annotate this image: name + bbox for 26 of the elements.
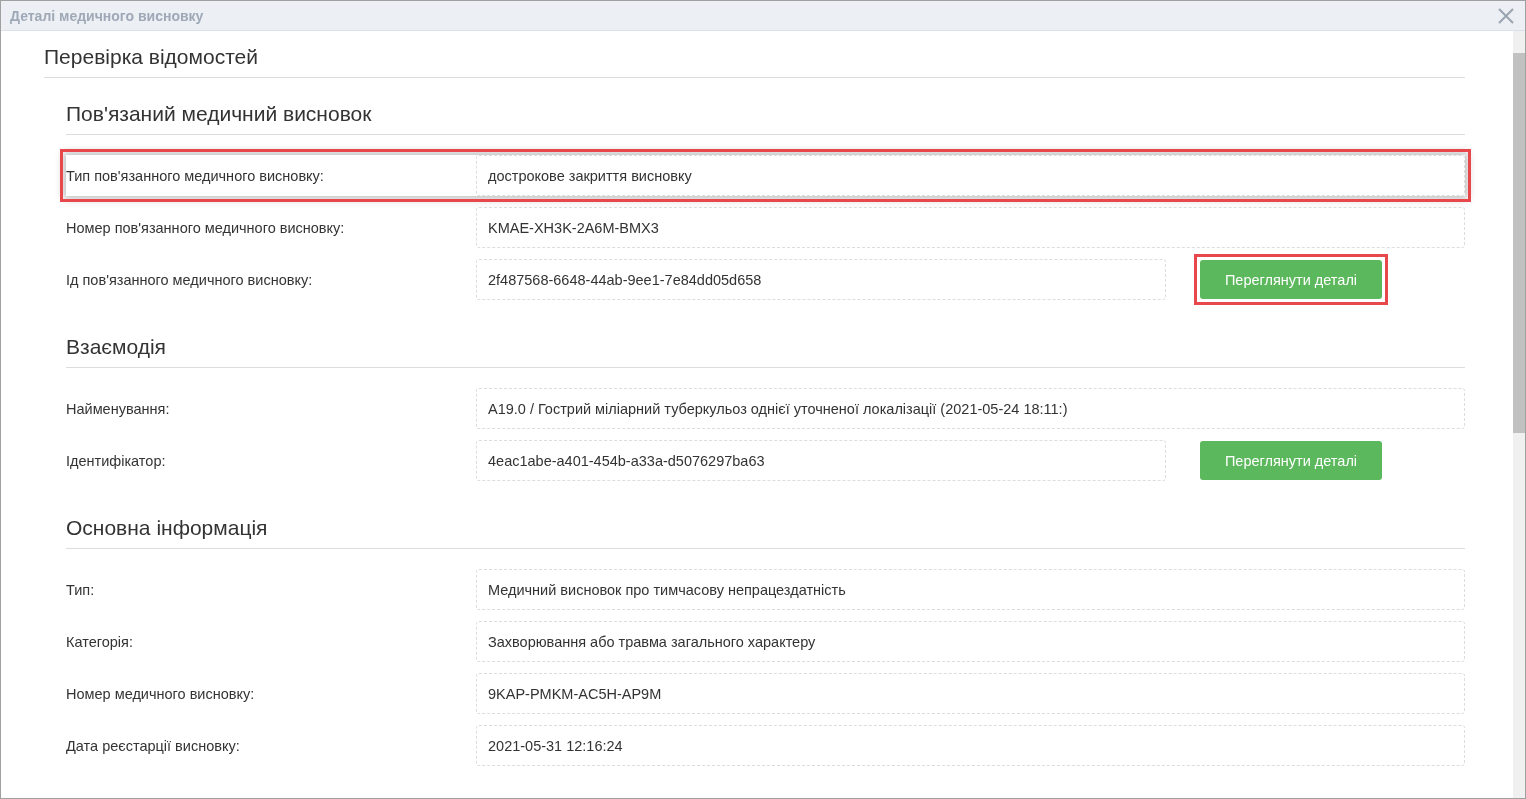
value-field: Захворювання або травма загального характеру [476, 621, 1465, 662]
value-field: 4eac1abe-a401-454b-a33a-d5076297ba63 [476, 440, 1166, 481]
field-label: Найменування: [66, 400, 171, 417]
value-field: 9KAP-PMKM-AC5H-AP9M [476, 673, 1465, 714]
page-title: Перевірка відомостей [44, 45, 1465, 78]
field-label: Дата реєстарції висновку: [66, 737, 241, 754]
value-field: Медичний висновок про тимчасову непрацездатність [476, 569, 1465, 610]
view-details-button[interactable]: Переглянути деталі [1200, 441, 1382, 480]
value-field: 2021-05-31 12:16:24 [476, 725, 1465, 766]
close-icon[interactable] [1497, 6, 1515, 25]
section-title: Взаємодія [66, 311, 1465, 368]
field-label: Номер пов'язанного медичного висновку: [66, 219, 346, 236]
value-field: A19.0 / Гострий міліарний туберкульоз однієї уточненої локалізації (2021-05-24 18:11:) [476, 388, 1465, 429]
value-field: дострокове закриття висновку [476, 155, 1465, 196]
value-field: KMAE-XH3K-2A6M-BMX3 [476, 207, 1465, 248]
window-title: Деталі медичного висновку [10, 7, 204, 24]
field-label: Категорія: [66, 633, 134, 650]
field-label: Номер медичного висновку: [66, 685, 256, 702]
section-title: Пов'язаний медичний висновок [66, 78, 1465, 135]
view-details-button[interactable]: Переглянути деталі [1200, 260, 1382, 299]
field-label: Тип пов'язанного медичного висновку: [66, 167, 325, 184]
value-field: 2f487568-6648-44ab-9ee1-7e84dd05d658 [476, 259, 1166, 300]
field-label: Ід пов'язанного медичного висновку: [66, 271, 314, 288]
field-label: Тип: [66, 581, 96, 598]
field-label: Ідентифікатор: [66, 452, 167, 469]
section-title: Основна інформація [66, 492, 1465, 549]
